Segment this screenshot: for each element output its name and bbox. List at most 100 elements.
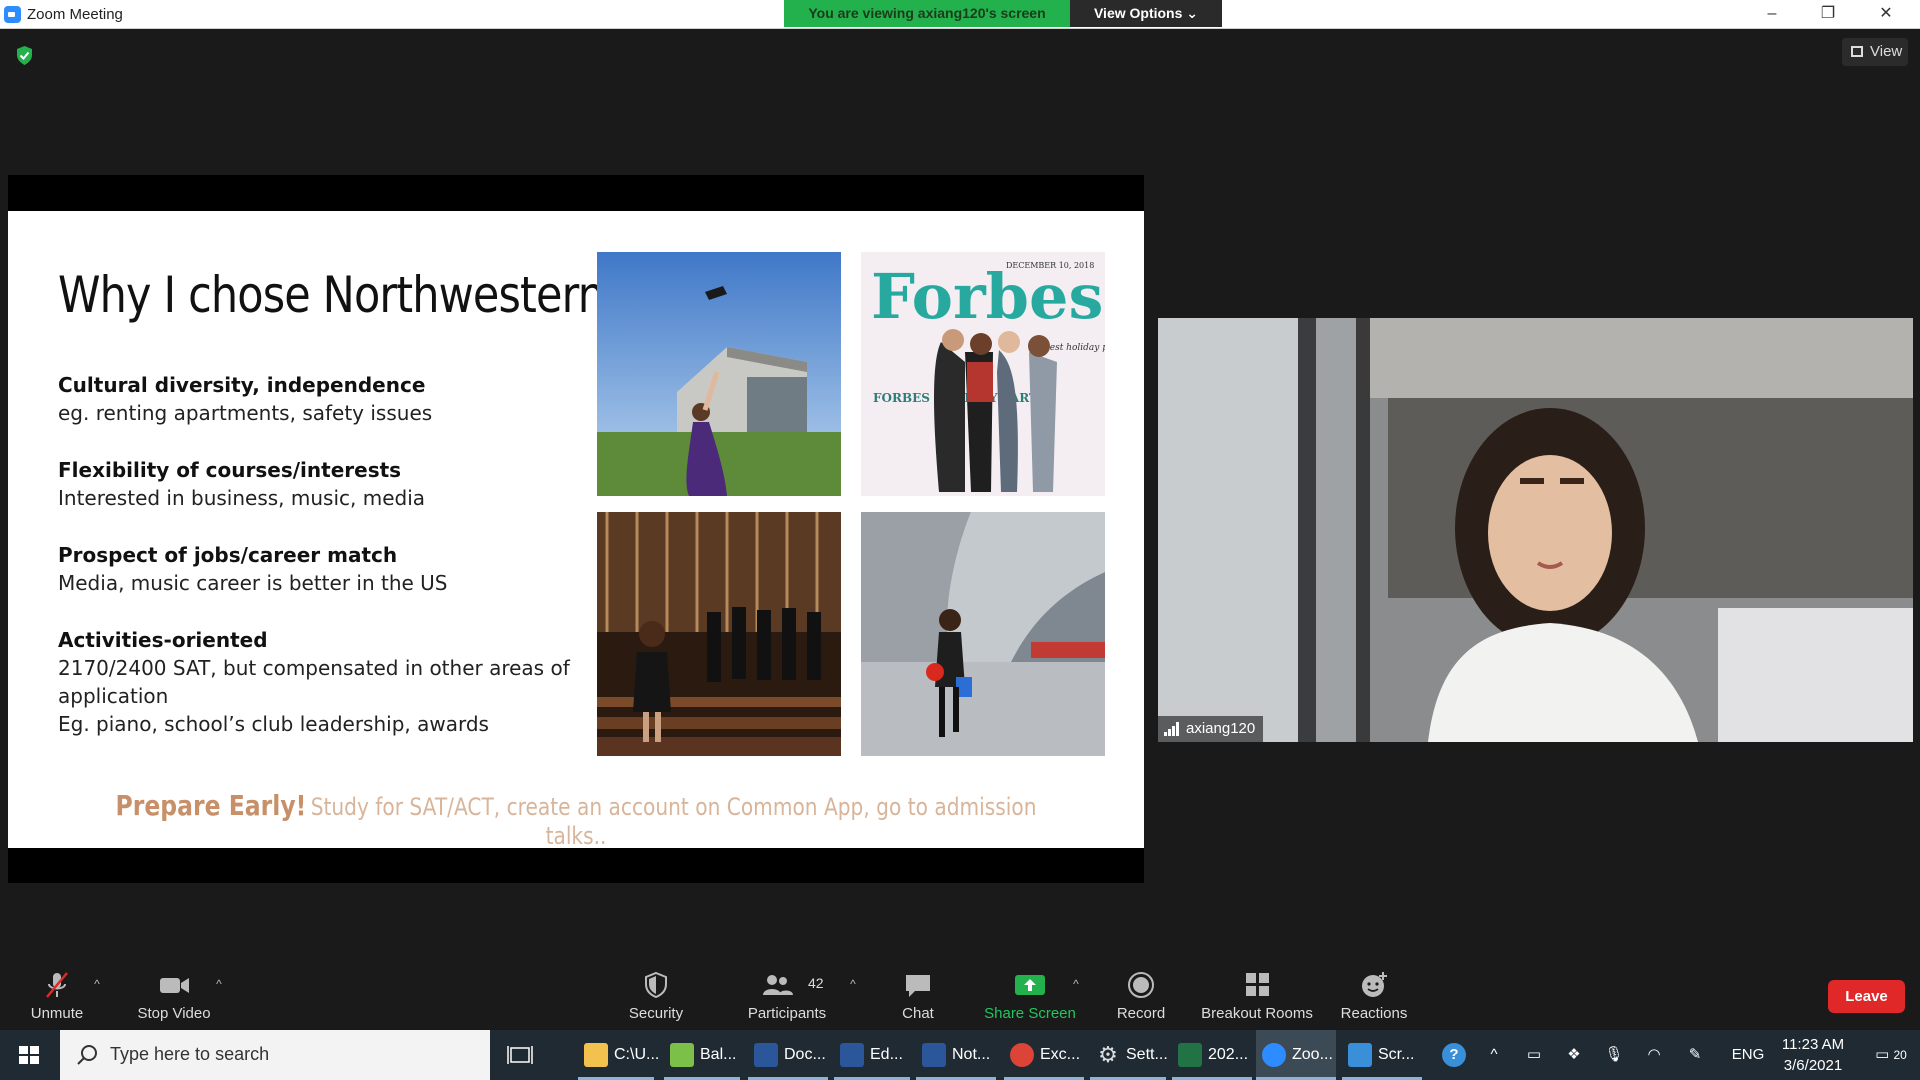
breakout-rooms-button[interactable]: Breakout Rooms bbox=[1196, 955, 1318, 1030]
action-center-button[interactable]: ▭ 20 bbox=[1868, 1030, 1914, 1080]
taskbar-app-balsamiq[interactable]: Bal... bbox=[664, 1030, 740, 1080]
taskbar-app-settings[interactable]: ⚙ Sett... bbox=[1090, 1030, 1168, 1080]
close-button[interactable]: ✕ bbox=[1858, 0, 1914, 29]
meeting-controls-toolbar: Unmute ^ Stop Video ^ Security 42 Partic… bbox=[0, 955, 1920, 1030]
windows-taskbar: Type here to search C:\U... Bal... Doc..… bbox=[0, 1030, 1920, 1080]
signal-bars-icon bbox=[1164, 722, 1179, 736]
taskbar-app-label: Not... bbox=[952, 1046, 991, 1063]
bullet-detail: eg. renting apartments, safety issues bbox=[58, 401, 433, 425]
bullet-heading: Activities-oriented bbox=[58, 628, 268, 652]
taskbar-app-label: Doc... bbox=[784, 1046, 826, 1063]
bullet-heading: Prospect of jobs/career match bbox=[58, 543, 398, 567]
taskbar-app-chrome[interactable]: Exc... bbox=[1004, 1030, 1084, 1080]
chat-button[interactable]: Chat bbox=[890, 955, 946, 1030]
word-icon bbox=[754, 1043, 778, 1067]
share-screen-label: Share Screen bbox=[984, 1005, 1076, 1022]
taskbar-app-excel[interactable]: 202... bbox=[1172, 1030, 1252, 1080]
microphone-icon[interactable]: 🎙︎ bbox=[1598, 1030, 1630, 1080]
task-view-icon[interactable] bbox=[502, 1030, 538, 1080]
reactions-button[interactable]: Reactions bbox=[1334, 955, 1414, 1030]
pen-icon[interactable]: ✎ bbox=[1678, 1030, 1712, 1080]
taskbar-app-word-ed[interactable]: Ed... bbox=[834, 1030, 910, 1080]
chevron-down-icon: ⌄ bbox=[1186, 5, 1199, 21]
zoom-app-icon bbox=[4, 6, 21, 23]
language-indicator[interactable]: ENG bbox=[1728, 1030, 1768, 1080]
show-hidden-icons-chevron-icon[interactable]: ^ bbox=[1478, 1030, 1510, 1080]
stop-video-button[interactable]: Stop Video bbox=[126, 955, 222, 1030]
bullet-item: Flexibility of courses/interests Interes… bbox=[58, 456, 578, 512]
participant-count: 42 bbox=[808, 975, 824, 991]
help-icon[interactable]: ? bbox=[1438, 1030, 1470, 1080]
unmute-button[interactable]: Unmute bbox=[15, 955, 99, 1030]
restore-button[interactable]: ❐ bbox=[1800, 0, 1856, 29]
footer-rest-text: Study for SAT/ACT, create an account on … bbox=[310, 793, 1037, 850]
reaction-emoji-icon bbox=[1362, 972, 1387, 997]
word-icon bbox=[840, 1043, 864, 1067]
view-options-button[interactable]: View Options ⌄ bbox=[1070, 0, 1222, 27]
view-layout-button[interactable]: View bbox=[1842, 38, 1908, 66]
chat-label: Chat bbox=[902, 1005, 934, 1022]
participants-icon bbox=[762, 975, 793, 995]
leave-meeting-button[interactable]: Leave bbox=[1828, 980, 1905, 1013]
bullet-item: Activities-oriented 2170/2400 SAT, but c… bbox=[58, 626, 578, 738]
participant-name: axiang120 bbox=[1186, 720, 1256, 737]
record-icon bbox=[1128, 972, 1154, 998]
bullet-detail: Media, music career is better in the US bbox=[58, 571, 448, 595]
participant-video-tile[interactable] bbox=[1158, 318, 1913, 742]
slide-bullet-list: Cultural diversity, independence eg. ren… bbox=[58, 371, 578, 767]
participants-label: Participants bbox=[747, 1005, 827, 1022]
taskbar-app-label: Bal... bbox=[700, 1046, 737, 1063]
excel-icon bbox=[1178, 1043, 1202, 1067]
forbes-cover-photo: Forbes DECEMBER 10, 2018 "Best holiday p… bbox=[861, 252, 1105, 496]
participant-name-tag: axiang120 bbox=[1158, 716, 1264, 742]
taskbar-app-label: 202... bbox=[1208, 1046, 1249, 1063]
folder-icon bbox=[584, 1043, 608, 1067]
bullet-item: Cultural diversity, independence eg. ren… bbox=[58, 371, 578, 427]
stage-performance-photo bbox=[597, 512, 841, 756]
taskbar-search-box[interactable]: Type here to search bbox=[60, 1030, 490, 1080]
view-options-label: View Options bbox=[1093, 5, 1183, 21]
record-button[interactable]: Record bbox=[1108, 955, 1174, 1030]
taskbar-app-file-explorer[interactable]: C:\U... bbox=[578, 1030, 659, 1080]
dropbox-icon[interactable]: ❖ bbox=[1558, 1030, 1590, 1080]
participants-options-caret[interactable]: ^ bbox=[846, 977, 860, 991]
bullet-detail: 2170/2400 SAT, but compensated in other … bbox=[58, 656, 570, 736]
slide-footer-callout: Prepare Early! Study for SAT/ACT, create… bbox=[99, 789, 1053, 850]
bullet-heading: Cultural diversity, independence bbox=[58, 373, 426, 397]
clock-time: 11:23 AM bbox=[1781, 1036, 1845, 1053]
share-options-caret[interactable]: ^ bbox=[1069, 977, 1083, 991]
audio-options-caret[interactable]: ^ bbox=[90, 977, 104, 991]
balsamiq-icon bbox=[670, 1043, 694, 1067]
taskbar-app-word-notes[interactable]: Not... bbox=[916, 1030, 996, 1080]
clock-date: 3/6/2021 bbox=[1783, 1057, 1843, 1074]
taskbar-app-label: Sett... bbox=[1126, 1046, 1168, 1063]
participants-button[interactable]: 42 Participants bbox=[736, 955, 838, 1030]
security-button[interactable]: Security bbox=[616, 955, 696, 1030]
bullet-heading: Flexibility of courses/interests bbox=[58, 458, 402, 482]
bullet-detail: Interested in business, music, media bbox=[58, 486, 426, 510]
record-label: Record bbox=[1116, 1005, 1166, 1022]
gear-icon: ⚙ bbox=[1098, 1042, 1118, 1067]
viewing-screen-banner: You are viewing axiang120's screen bbox=[784, 0, 1070, 27]
windows-start-button[interactable] bbox=[0, 1030, 58, 1080]
video-options-caret[interactable]: ^ bbox=[212, 977, 226, 991]
share-screen-button[interactable]: Share Screen bbox=[980, 955, 1080, 1030]
minimize-button[interactable]: – bbox=[1744, 0, 1800, 29]
wifi-icon[interactable]: ◠ bbox=[1638, 1030, 1670, 1080]
taskbar-app-label: Zoo... bbox=[1292, 1046, 1333, 1063]
encryption-shield-icon[interactable] bbox=[16, 46, 33, 65]
taskbar-app-screenshot[interactable]: Scr... bbox=[1342, 1030, 1422, 1080]
taskbar-app-word-doc[interactable]: Doc... bbox=[748, 1030, 828, 1080]
graduation-photo bbox=[597, 252, 841, 496]
reactions-label: Reactions bbox=[1340, 1005, 1408, 1022]
taskbar-clock[interactable]: 11:23 AM 3/6/2021 bbox=[1773, 1034, 1853, 1076]
window-title: Zoom Meeting bbox=[27, 6, 123, 23]
battery-icon[interactable]: ▭ bbox=[1518, 1030, 1550, 1080]
grid-view-icon bbox=[1851, 46, 1863, 57]
photos-icon bbox=[1348, 1043, 1372, 1067]
view-layout-label: View bbox=[1870, 43, 1903, 60]
shield-icon bbox=[645, 971, 667, 999]
forbes-masthead: Forbes bbox=[871, 260, 1103, 333]
taskbar-app-zoom[interactable]: Zoo... bbox=[1256, 1030, 1336, 1080]
breakout-rooms-icon bbox=[1246, 973, 1269, 996]
